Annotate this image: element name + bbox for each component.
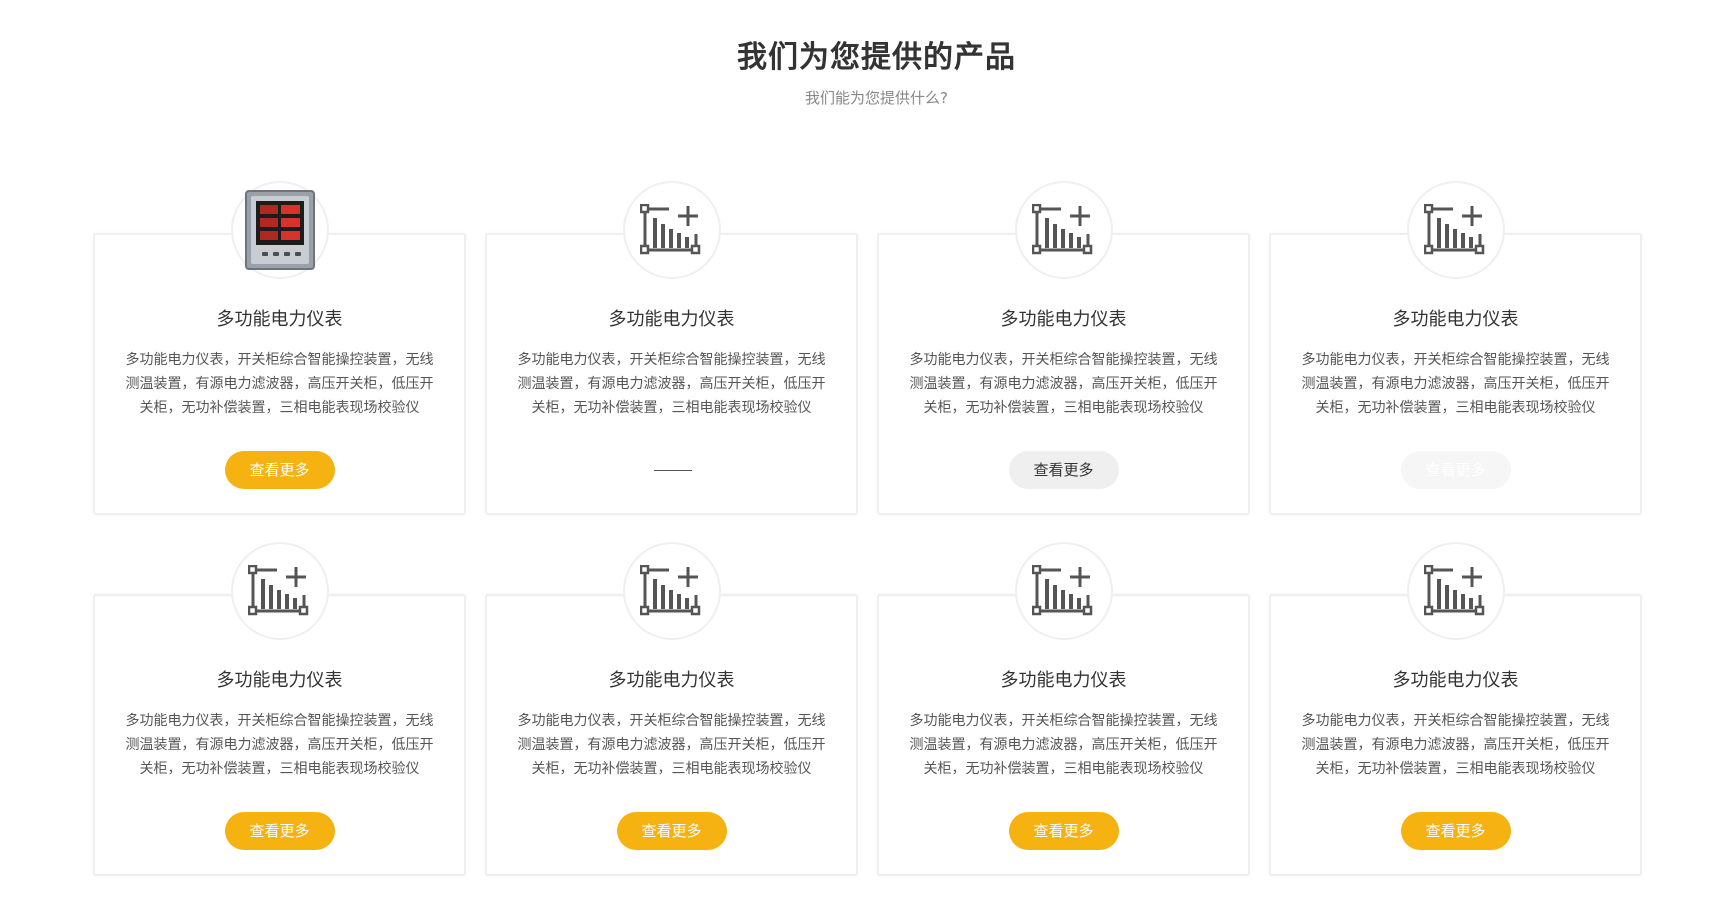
view-more-button[interactable]: 查看更多 xyxy=(1008,812,1119,850)
product-icon-circle xyxy=(1406,542,1505,640)
product-card-title: 多功能电力仪表 xyxy=(608,309,735,330)
view-more-button[interactable]: 查看更多 xyxy=(1008,451,1119,489)
product-icon-circle xyxy=(1406,181,1505,279)
product-card-title: 多功能电力仪表 xyxy=(216,670,343,691)
product-card-description: 多功能电力仪表，开关柜综合智能操控装置，无线测温装置，有源电力滤波器，高压开关柜… xyxy=(517,352,826,416)
chart-plus-icon xyxy=(1423,204,1488,256)
product-card-description: 多功能电力仪表，开关柜综合智能操控装置，无线测温装置，有源电力滤波器，高压开关柜… xyxy=(909,713,1218,777)
chart-plus-icon xyxy=(639,204,704,256)
view-more-button[interactable]: 查看更多 xyxy=(617,451,727,489)
chart-plus-icon xyxy=(1031,204,1096,256)
section-title: 我们为您提供的产品 xyxy=(737,40,1016,75)
product-card-title: 多功能电力仪表 xyxy=(1392,309,1519,330)
product-icon-circle xyxy=(622,542,721,640)
product-icon-circle xyxy=(230,542,329,640)
chart-plus-icon xyxy=(247,565,312,617)
product-card-title: 多功能电力仪表 xyxy=(608,670,735,691)
chart-plus-icon xyxy=(1031,565,1096,617)
product-card-title: 多功能电力仪表 xyxy=(1392,670,1519,691)
product-card-title: 多功能电力仪表 xyxy=(1000,670,1127,691)
product-card-title: 多功能电力仪表 xyxy=(216,309,343,330)
product-card-description: 多功能电力仪表，开关柜综合智能操控装置，无线测温装置，有源电力滤波器，高压开关柜… xyxy=(125,352,434,416)
view-more-button[interactable]: 查看更多 xyxy=(616,812,727,850)
product-icon-circle xyxy=(1014,542,1113,640)
product-card-description: 多功能电力仪表，开关柜综合智能操控装置，无线测温装置，有源电力滤波器，高压开关柜… xyxy=(909,352,1218,416)
product-icon-circle xyxy=(622,181,721,279)
view-more-button[interactable]: 查看更多 xyxy=(224,451,335,489)
product-icon-circle xyxy=(1014,181,1113,279)
chart-plus-icon xyxy=(1423,565,1488,617)
power-meter-product-icon xyxy=(244,189,316,271)
section-subtitle: 我们能为您提供什么? xyxy=(805,89,948,107)
product-card-description: 多功能电力仪表，开关柜综合智能操控装置，无线测温装置，有源电力滤波器，高压开关柜… xyxy=(125,713,434,777)
product-card-description: 多功能电力仪表，开关柜综合智能操控装置，无线测温装置，有源电力滤波器，高压开关柜… xyxy=(1301,352,1610,416)
view-more-button[interactable]: 查看更多 xyxy=(1400,812,1511,850)
product-icon-circle xyxy=(230,181,329,279)
product-card-description: 多功能电力仪表，开关柜综合智能操控装置，无线测温装置，有源电力滤波器，高压开关柜… xyxy=(517,713,826,777)
view-more-button[interactable]: 查看更多 xyxy=(1400,451,1511,489)
products-section: 我们为您提供的产品 我们能为您提供什么? 多功能电力仪表多功能电力仪表，开关柜综… xyxy=(0,0,1733,912)
product-card-title: 多功能电力仪表 xyxy=(1000,309,1127,330)
view-more-button[interactable]: 查看更多 xyxy=(224,812,335,850)
product-card-description: 多功能电力仪表，开关柜综合智能操控装置，无线测温装置，有源电力滤波器，高压开关柜… xyxy=(1301,713,1610,777)
chart-plus-icon xyxy=(639,565,704,617)
